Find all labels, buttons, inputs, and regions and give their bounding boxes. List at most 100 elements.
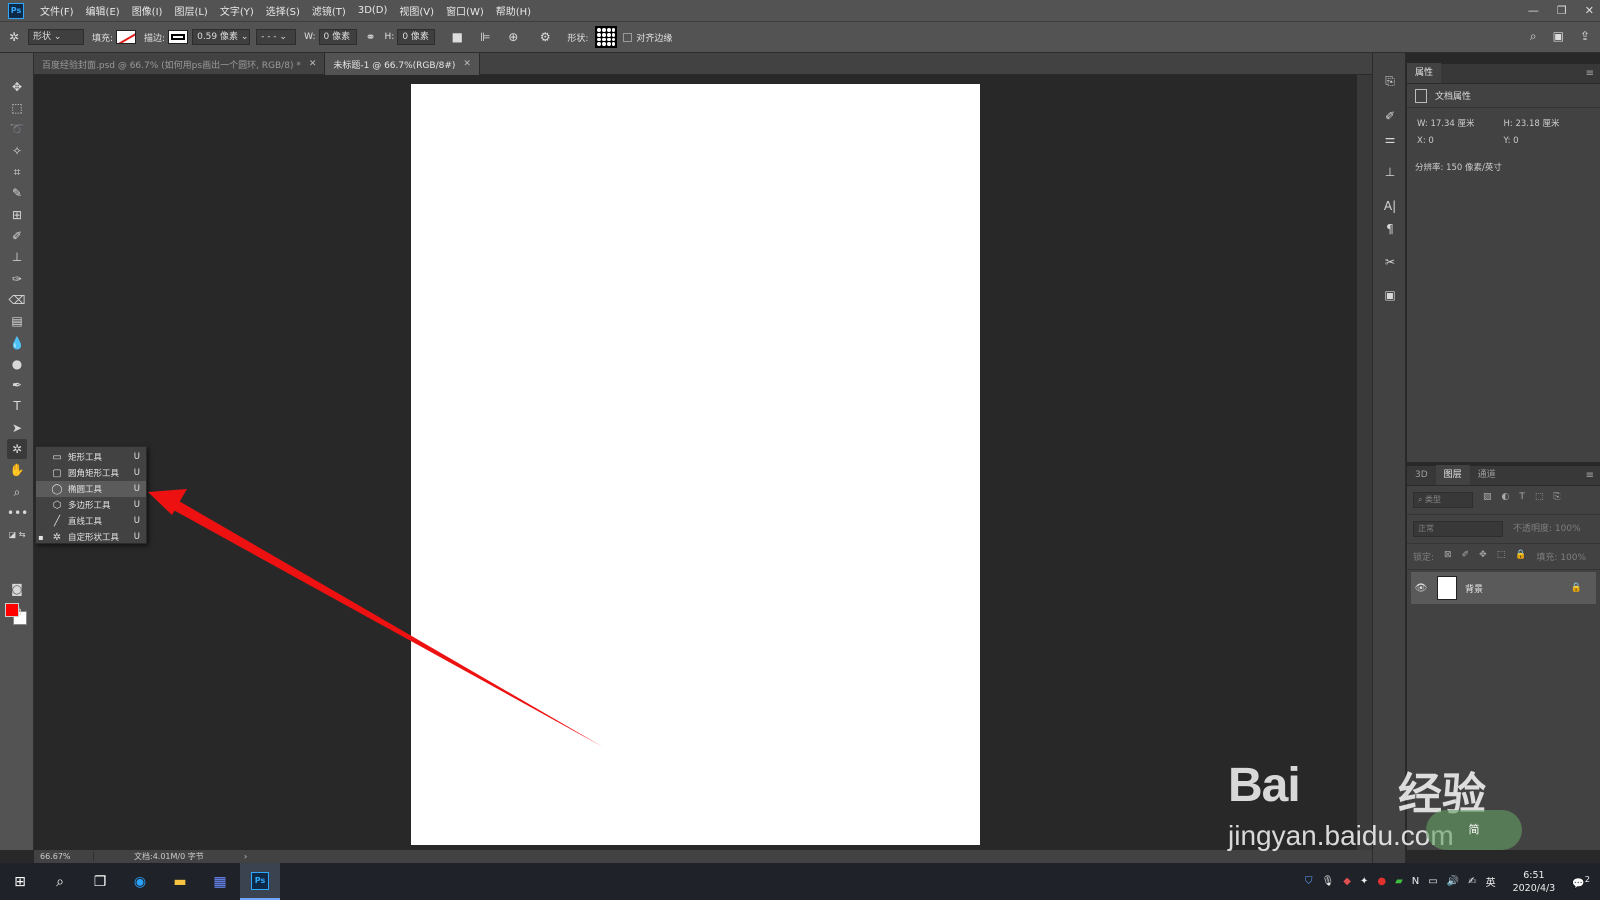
shield-icon[interactable]: ⛉ xyxy=(1305,876,1313,887)
height-input[interactable]: 0 像素 xyxy=(397,29,436,45)
default-colors-icon[interactable]: ◪ ⇆ xyxy=(7,525,27,545)
flyout-ellipse-tool[interactable]: ◯ 椭圆工具 U xyxy=(36,481,146,497)
brush-settings-icon[interactable]: ✐ xyxy=(1382,108,1398,124)
layer-filter-select[interactable]: ⌕ 类型 xyxy=(1413,492,1473,508)
menu-image[interactable]: 图像(I) xyxy=(126,3,169,18)
pen-tool-icon[interactable]: ✒ xyxy=(7,375,27,395)
network-icon[interactable]: ▭ xyxy=(1428,876,1437,887)
gradient-tool-icon[interactable]: ▤ xyxy=(7,311,27,331)
blend-mode-select[interactable]: 正常 xyxy=(1413,521,1503,537)
gear-icon[interactable]: ⚙ xyxy=(537,29,553,45)
move-tool-icon[interactable]: ✥ xyxy=(7,77,27,97)
security-icon[interactable]: ◆ xyxy=(1343,876,1351,887)
eyedropper-tool-icon[interactable]: ✎ xyxy=(7,183,27,203)
flyout-custom-shape-tool[interactable]: ▪ ✲ 自定形状工具 U xyxy=(36,529,146,545)
panel-menu-icon[interactable]: ≡ xyxy=(1586,68,1594,79)
vertical-scrollbar[interactable] xyxy=(1357,75,1372,850)
document-canvas[interactable] xyxy=(411,84,980,845)
close-tab-icon[interactable]: ✕ xyxy=(463,59,471,69)
more-tools-icon[interactable]: ••• xyxy=(7,503,28,523)
menu-help[interactable]: 帮助(H) xyxy=(490,3,537,18)
tool-mode-select[interactable]: 形状 ⌄ xyxy=(28,29,84,45)
paragraph-icon[interactable]: ¶ xyxy=(1382,221,1398,237)
share-icon[interactable]: ⇪ xyxy=(1580,29,1590,44)
windows-start-icon[interactable]: ⊞ xyxy=(0,863,40,900)
path-alignment-icon[interactable]: ⊫ xyxy=(477,29,493,45)
zoom-level[interactable]: 66.67% xyxy=(34,852,94,861)
character-icon[interactable]: A| xyxy=(1382,198,1398,214)
pen-icon[interactable]: ✍ xyxy=(1468,876,1476,887)
search-icon[interactable]: ⌕ xyxy=(1530,29,1537,44)
history-icon[interactable]: ⎘ xyxy=(1382,73,1398,89)
align-edges-checkbox[interactable] xyxy=(623,32,633,42)
minimize-icon[interactable]: — xyxy=(1528,4,1539,17)
fill-field[interactable]: 填充: 100% xyxy=(1536,550,1586,563)
tab-baidu-cover[interactable]: 百度经验封面.psd @ 66.7% (如何用ps画出一个圆环, RGB/8) … xyxy=(34,53,326,75)
lock-pixels-icon[interactable]: ✐ xyxy=(1462,550,1470,563)
clone-source-icon[interactable]: ⊥ xyxy=(1382,164,1398,180)
record-icon[interactable]: ● xyxy=(1377,876,1386,887)
workspace-icon[interactable]: ▣ xyxy=(1553,29,1564,44)
tool-presets-icon[interactable]: ✂ xyxy=(1382,254,1398,270)
path-selection-tool-icon[interactable]: ➤ xyxy=(7,418,27,438)
ime-indicator[interactable]: 英 xyxy=(1486,874,1496,889)
flyout-line-tool[interactable]: ╱ 直线工具 U xyxy=(36,513,146,529)
flyout-rectangle-tool[interactable]: ▭ 矩形工具 U xyxy=(36,449,146,465)
tab-channels[interactable]: 通道 xyxy=(1470,465,1504,485)
browser-icon[interactable]: ◉ xyxy=(120,863,160,900)
search-icon[interactable]: ⌕ xyxy=(40,863,80,900)
opacity-field[interactable]: 不透明度: 100% xyxy=(1513,521,1581,537)
custom-shape-tool-icon[interactable]: ✲ xyxy=(7,439,27,459)
lasso-tool-icon[interactable]: ➰ xyxy=(7,119,27,139)
blur-tool-icon[interactable]: 💧 xyxy=(7,333,27,353)
shape-picker[interactable] xyxy=(595,26,618,48)
flyout-polygon-tool[interactable]: ⬡ 多边形工具 U xyxy=(36,497,146,513)
foreground-color-swatch[interactable] xyxy=(5,603,19,617)
custom-shape-tool-preset-icon[interactable]: ✲ xyxy=(6,29,22,45)
adjustments-icon[interactable]: ⚌ xyxy=(1382,131,1398,147)
close-tab-icon[interactable]: ✕ xyxy=(309,59,317,69)
stroke-width-input[interactable]: 0.59 像素 ⌄ xyxy=(192,29,251,45)
lock-position-icon[interactable]: ✥ xyxy=(1479,550,1487,563)
microphone-icon[interactable]: 🎙 xyxy=(1322,876,1335,887)
menu-select[interactable]: 选择(S) xyxy=(260,3,306,18)
chevron-right-icon[interactable]: › xyxy=(244,852,247,861)
filter-adjustment-icon[interactable]: ◐ xyxy=(1502,492,1510,508)
dodge-tool-icon[interactable]: ● xyxy=(7,354,27,374)
volume-icon[interactable]: 🔊 xyxy=(1447,876,1459,887)
stroke-swatch[interactable] xyxy=(168,30,189,44)
close-icon[interactable]: ✕ xyxy=(1585,4,1594,17)
filter-smart-object-icon[interactable]: ⎘ xyxy=(1553,492,1560,508)
stroke-type-select[interactable]: - - - ⌄ xyxy=(256,29,297,45)
eye-icon[interactable]: 👁 xyxy=(1411,583,1431,594)
quick-mask-icon[interactable]: ◙ xyxy=(7,579,27,599)
tab-layers[interactable]: 图层 xyxy=(1435,465,1470,485)
menu-3d[interactable]: 3D(D) xyxy=(352,5,394,16)
tab-3d[interactable]: 3D xyxy=(1407,465,1436,485)
nvidia-icon[interactable]: N xyxy=(1412,876,1419,887)
filter-shape-icon[interactable]: ⬚ xyxy=(1535,492,1544,508)
magic-wand-tool-icon[interactable]: ✧ xyxy=(7,141,27,161)
fill-swatch[interactable] xyxy=(116,30,137,44)
tab-untitled[interactable]: 未标题-1 @ 66.7%(RGB/8#) ✕ xyxy=(325,53,480,75)
menu-view[interactable]: 视图(V) xyxy=(393,3,440,18)
notification-icon[interactable]: 💬2 xyxy=(1572,874,1590,889)
lock-all-icon[interactable]: 🔒 xyxy=(1515,550,1526,563)
brush-tool-icon[interactable]: ✐ xyxy=(7,226,27,246)
link-icon[interactable]: ⚭ xyxy=(363,29,379,45)
photoshop-taskbar-icon[interactable]: Ps xyxy=(240,863,280,900)
marquee-tool-icon[interactable]: ⬚ xyxy=(7,98,27,118)
width-input[interactable]: 0 像素 xyxy=(318,29,357,45)
layer-row-background[interactable]: 👁 背景 🔒 xyxy=(1411,572,1596,604)
filter-pixel-icon[interactable]: ▨ xyxy=(1483,492,1492,508)
menu-edit[interactable]: 编辑(E) xyxy=(80,3,126,18)
path-operations-icon[interactable]: ■ xyxy=(449,29,465,45)
filter-type-icon[interactable]: T xyxy=(1519,492,1525,508)
menu-layer[interactable]: 图层(L) xyxy=(168,3,213,18)
file-explorer-icon[interactable]: ▬ xyxy=(160,863,200,900)
doc-height[interactable]: H: 23.18 厘米 xyxy=(1504,117,1591,129)
clone-stamp-tool-icon[interactable]: ⊥ xyxy=(7,247,27,267)
restore-icon[interactable]: ❐ xyxy=(1557,4,1567,17)
path-arrangement-icon[interactable]: ⊕ xyxy=(505,29,521,45)
history-brush-tool-icon[interactable]: ✑ xyxy=(7,269,27,289)
